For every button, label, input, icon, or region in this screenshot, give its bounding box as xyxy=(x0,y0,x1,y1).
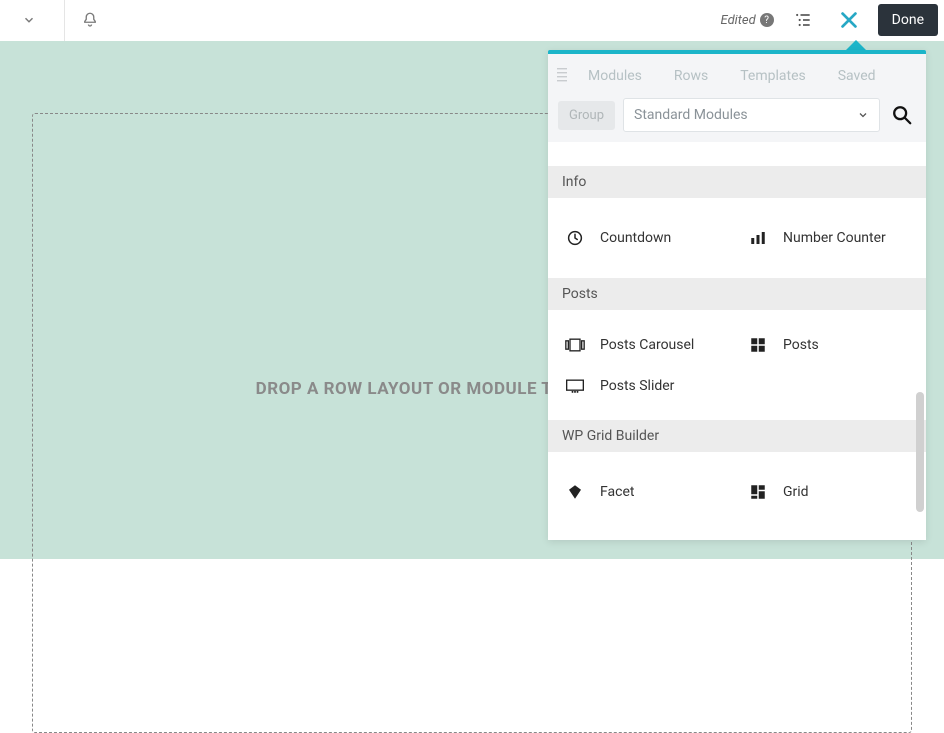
close-icon xyxy=(838,9,860,31)
carousel-icon xyxy=(564,338,586,352)
notifications-button[interactable] xyxy=(65,0,115,41)
module-label: Facet xyxy=(600,484,634,500)
help-icon[interactable]: ? xyxy=(760,13,774,27)
module-facet[interactable]: Facet xyxy=(554,466,737,518)
bell-icon xyxy=(81,11,99,29)
title-dropdown[interactable] xyxy=(4,0,54,41)
module-label: Posts Slider xyxy=(600,378,674,394)
top-bar: Edited ? Done xyxy=(0,0,944,41)
module-label: Number Counter xyxy=(783,230,886,246)
done-button[interactable]: Done xyxy=(878,4,938,36)
tab-rows[interactable]: Rows xyxy=(660,58,722,94)
module-posts[interactable]: Posts xyxy=(737,324,920,366)
chevron-down-icon xyxy=(857,109,869,121)
panel-arrow xyxy=(846,40,866,50)
module-number-counter[interactable]: Number Counter xyxy=(737,212,920,264)
module-label: Countdown xyxy=(600,230,671,246)
outline-button[interactable] xyxy=(786,3,820,37)
section-header-info: Info xyxy=(548,166,926,198)
content-panel: Modules Rows Templates Saved Group Stand… xyxy=(548,50,926,540)
vertical-scrollbar[interactable] xyxy=(916,392,924,512)
section-header-posts: Posts xyxy=(548,278,926,310)
masonry-icon xyxy=(747,483,769,501)
panel-drag-handle[interactable] xyxy=(554,67,570,85)
section-header-wpgridbuilder: WP Grid Builder xyxy=(548,420,926,452)
module-posts-slider[interactable]: Posts Slider xyxy=(554,366,737,406)
select-value: Standard Modules xyxy=(634,107,748,123)
panel-tabs: Modules Rows Templates Saved xyxy=(548,54,926,98)
module-group-select[interactable]: Standard Modules xyxy=(623,98,880,132)
diamond-icon xyxy=(564,483,586,501)
bar-chart-icon xyxy=(747,229,769,247)
slider-icon xyxy=(564,379,586,393)
grid-icon xyxy=(747,336,769,354)
toggle-panel-button[interactable] xyxy=(832,3,866,37)
chevron-down-icon xyxy=(22,13,36,27)
module-posts-carousel[interactable]: Posts Carousel xyxy=(554,324,737,366)
top-bar-right: Edited ? Done xyxy=(721,3,940,37)
edited-label: Edited xyxy=(721,13,756,28)
module-label: Grid xyxy=(783,484,809,500)
search-icon xyxy=(891,104,913,126)
edited-status: Edited ? xyxy=(721,13,774,28)
module-grid[interactable]: Grid xyxy=(737,466,920,518)
module-label: Posts Carousel xyxy=(600,337,694,353)
group-label[interactable]: Group xyxy=(558,101,615,130)
module-list: Info Countdown Number Counter Posts xyxy=(548,142,926,540)
section-wpgridbuilder: Facet Grid xyxy=(548,452,926,532)
drag-handle-icon xyxy=(557,67,567,85)
filter-row: Group Standard Modules xyxy=(548,98,926,142)
module-label: Posts xyxy=(783,337,819,353)
top-bar-left xyxy=(4,0,115,40)
clock-icon xyxy=(564,229,586,247)
tab-modules[interactable]: Modules xyxy=(574,58,656,94)
outline-icon xyxy=(793,10,813,30)
tab-saved[interactable]: Saved xyxy=(824,58,890,94)
search-button[interactable] xyxy=(888,98,916,132)
section-info: Countdown Number Counter xyxy=(548,198,926,278)
module-countdown[interactable]: Countdown xyxy=(554,212,737,264)
section-posts: Posts Carousel Posts Posts Slider xyxy=(548,310,926,420)
tab-templates[interactable]: Templates xyxy=(726,58,820,94)
